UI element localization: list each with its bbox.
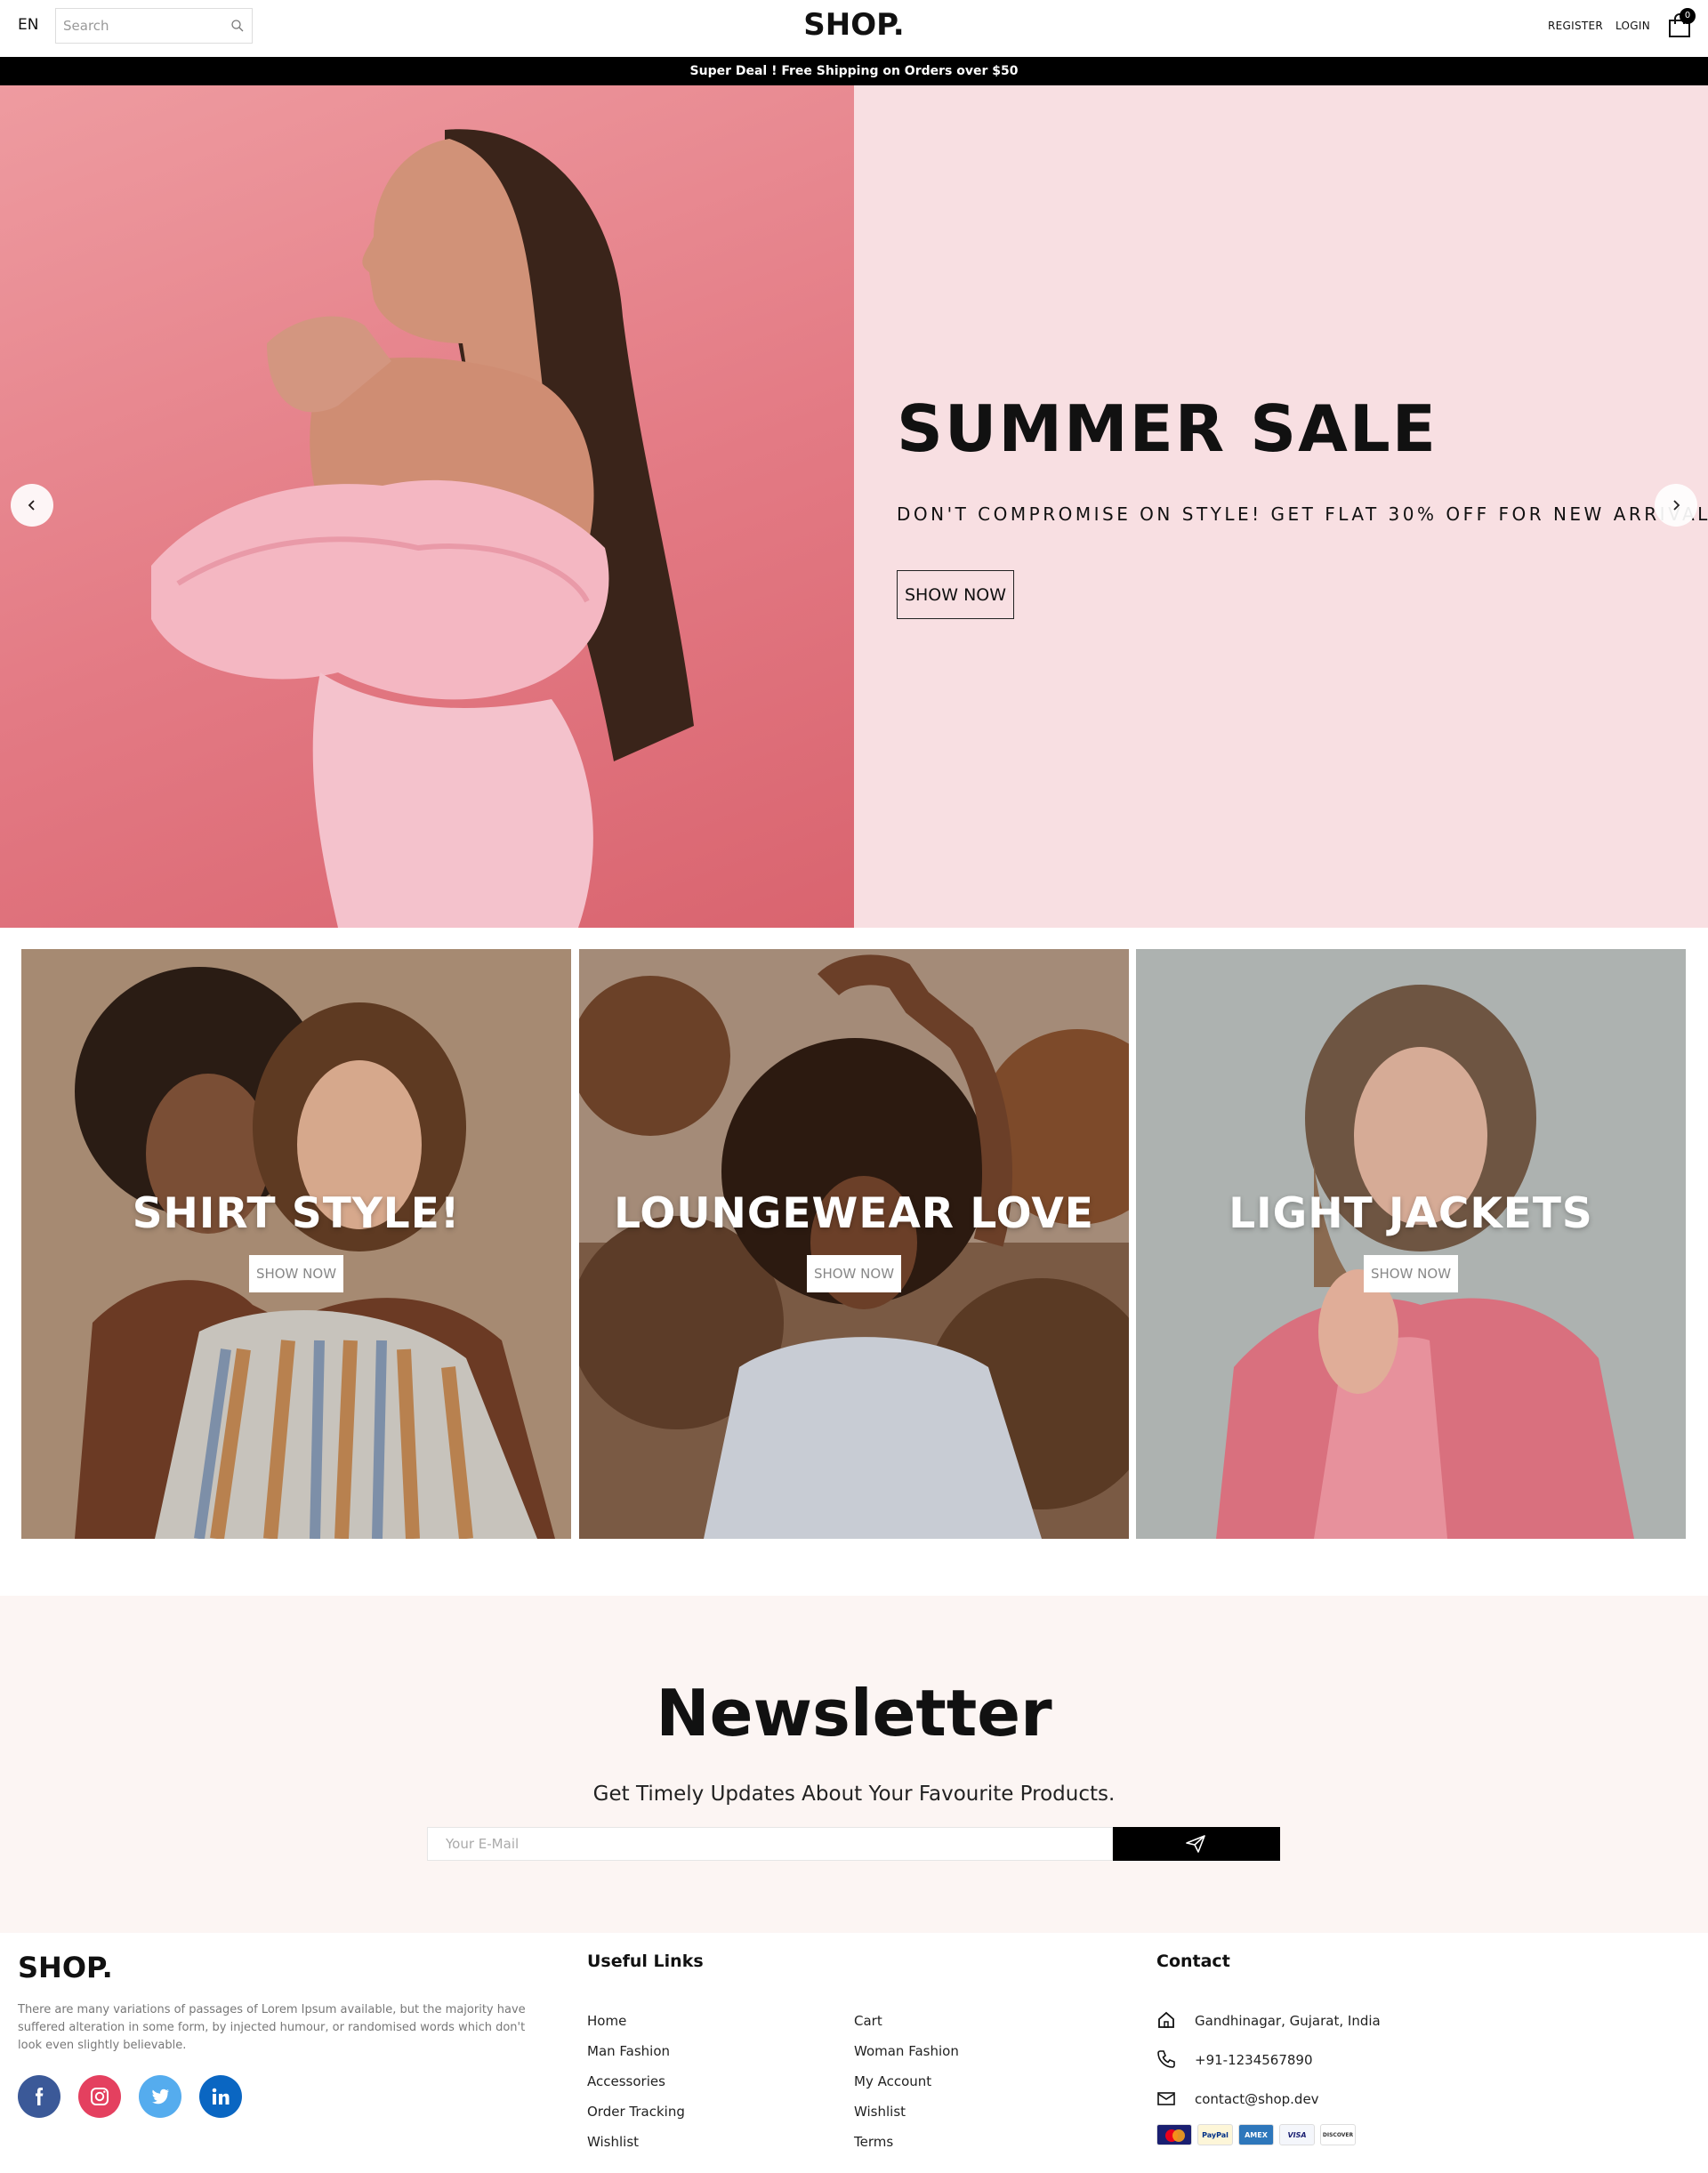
login-link[interactable]: LOGIN [1615,20,1650,32]
category-show-now-button[interactable]: SHOW NOW [249,1255,343,1292]
discover-icon: DISCOVER [1320,2124,1356,2145]
navbar: EN SHOP. REGISTER LOGIN 0 [0,0,1708,57]
chevron-left-icon [28,500,35,511]
category-image [579,949,1129,1539]
linkedin-button[interactable] [199,2075,242,2118]
footer-link-cart[interactable]: Cart [854,2013,882,2029]
footer-link-accessories[interactable]: Accessories [587,2073,665,2089]
footer: SHOP. There are many variations of passa… [0,1933,1708,2173]
footer-link-home[interactable]: Home [587,2013,626,2029]
category-image [1136,949,1686,1539]
contact-heading: Contact [1156,1952,1230,1971]
footer-link-man-fashion[interactable]: Man Fashion [587,2043,670,2059]
mastercard-icon [1156,2124,1192,2145]
amex-icon: AMEX [1238,2124,1274,2145]
category-card-light-jackets[interactable]: LIGHT JACKETS SHOW NOW [1136,949,1686,1539]
contact-address: Gandhinagar, Gujarat, India [1195,2013,1381,2029]
category-title: LOUNGEWEAR LOVE [614,1189,1094,1238]
site-logo[interactable]: SHOP. [0,7,1708,43]
hero-image [0,85,854,928]
slider-prev-button[interactable] [11,484,53,527]
hero-show-now-button[interactable]: SHOW NOW [897,570,1014,619]
newsletter-section: Newsletter Get Timely Updates About Your… [0,1596,1708,1933]
footer-link-wishlist-2[interactable]: Wishlist [854,2104,906,2120]
linkedin-icon [212,2088,230,2105]
footer-link-order-tracking[interactable]: Order Tracking [587,2104,685,2120]
newsletter-description: Get Timely Updates About Your Favourite … [592,1783,1116,1806]
newsletter-title: Newsletter [656,1676,1052,1750]
paypal-icon: PayPal [1197,2124,1233,2145]
useful-links-heading: Useful Links [587,1952,704,1971]
hero-model-illustration [151,129,694,928]
home-icon [1158,2011,1174,2028]
instagram-button[interactable] [78,2075,121,2118]
send-icon [1186,1835,1205,1853]
visa-icon: VISA [1279,2124,1315,2145]
mail-icon [1157,2092,1175,2105]
footer-link-terms[interactable]: Terms [854,2134,893,2150]
footer-description: There are many variations of passages of… [18,2003,526,2052]
category-image [21,949,571,1539]
footer-link-wishlist[interactable]: Wishlist [587,2134,639,2150]
footer-link-my-account[interactable]: My Account [854,2073,931,2089]
category-show-now-button[interactable]: SHOW NOW [807,1255,901,1292]
cart-count-badge: 0 [1680,8,1696,24]
instagram-icon [91,2088,109,2105]
category-card-shirt-style[interactable]: SHIRT STYLE! SHOW NOW [21,949,571,1539]
facebook-button[interactable] [18,2075,60,2118]
register-link[interactable]: REGISTER [1548,20,1603,32]
hero-slider: SUMMER SALE DON'T COMPROMISE ON STYLE! G… [0,85,1708,928]
twitter-button[interactable] [139,2075,181,2118]
hero-description: DON'T COMPROMISE ON STYLE! GET FLAT 30% … [897,503,1708,525]
slider-next-button[interactable] [1655,484,1697,527]
newsletter-email-input[interactable] [427,1827,1113,1861]
hero-title: SUMMER SALE [897,391,1438,466]
twitter-icon [152,2088,169,2105]
footer-link-woman-fashion[interactable]: Woman Fashion [854,2043,959,2059]
contact-phone[interactable]: +91-1234567890 [1195,2052,1313,2068]
category-show-now-button[interactable]: SHOW NOW [1364,1255,1458,1292]
phone-icon [1157,2050,1175,2068]
chevron-right-icon [1673,500,1680,511]
category-title: SHIRT STYLE! [132,1189,461,1238]
footer-logo[interactable]: SHOP. [18,1951,113,1984]
facebook-icon [36,2088,44,2105]
contact-email[interactable]: contact@shop.dev [1195,2091,1319,2107]
category-title: LIGHT JACKETS [1229,1189,1593,1238]
newsletter-submit-button[interactable] [1113,1827,1280,1861]
announcement-bar: Super Deal ! Free Shipping on Orders ove… [0,57,1708,85]
category-card-loungewear-love[interactable]: LOUNGEWEAR LOVE SHOW NOW [579,949,1129,1539]
